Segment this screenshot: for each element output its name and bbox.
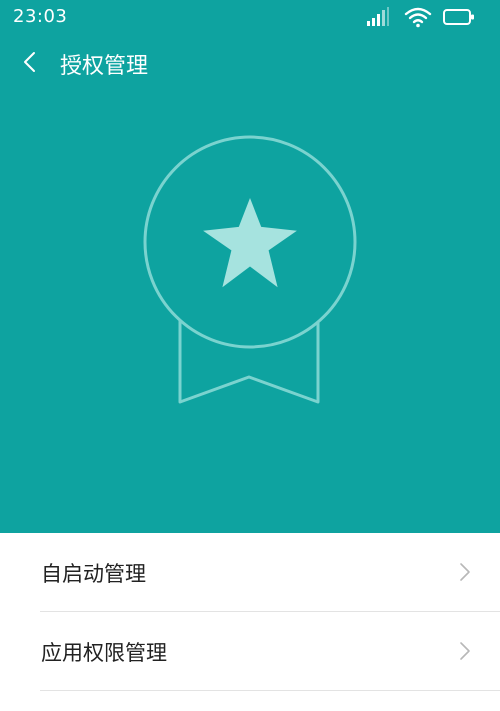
settings-list: 自启动管理 应用权限管理	[0, 533, 500, 711]
medal-icon	[143, 135, 357, 404]
chevron-right-icon	[460, 642, 470, 660]
hero-banner: 23:03 授权管理	[0, 0, 500, 533]
divider	[40, 690, 500, 691]
list-item-label: 应用权限管理	[41, 641, 167, 665]
list-item-app-permissions[interactable]: 应用权限管理	[0, 612, 500, 690]
list-item-label: 自启动管理	[41, 562, 146, 586]
list-item-auto-start[interactable]: 自启动管理	[0, 533, 500, 611]
chevron-right-icon	[460, 563, 470, 581]
